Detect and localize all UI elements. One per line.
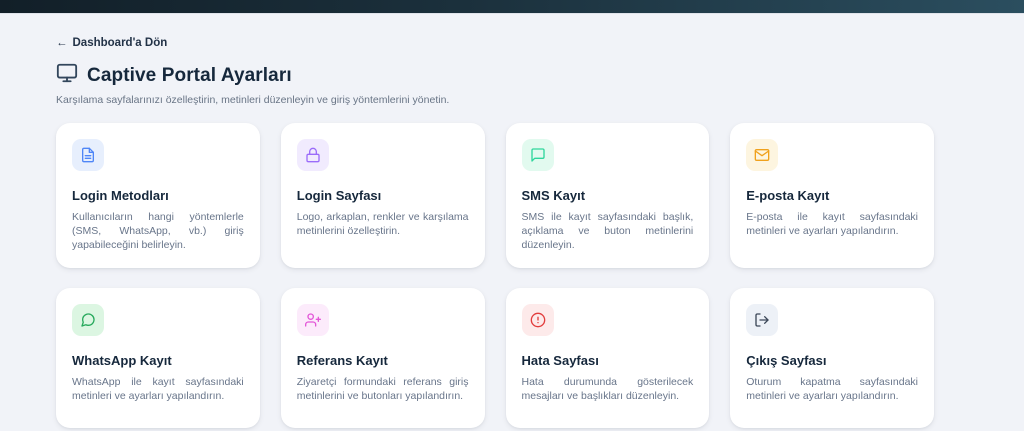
card-description: Oturum kapatma sayfasındaki metinleri ve… <box>746 376 918 402</box>
card-icon <box>521 304 554 336</box>
arrow-left-icon: ← <box>56 37 68 49</box>
back-link-label: Dashboard'a Dön <box>72 37 168 49</box>
card-icon <box>296 304 329 336</box>
card-description: Hata durumunda gösterilecek mesajları ve… <box>521 376 694 402</box>
card-title: Login Sayfası <box>296 188 382 203</box>
alert-circle-icon <box>530 312 545 328</box>
card-login-metodlari[interactable]: Login Metodları Kullanıcıların hangi yön… <box>56 123 260 268</box>
card-eposta-kayit[interactable]: E-posta Kayıt E-posta ile kayıt sayfasın… <box>730 123 934 268</box>
card-title: WhatsApp Kayıt <box>72 353 172 368</box>
card-description: Ziyaretçi formundaki referans giriş meti… <box>296 376 469 402</box>
top-bar <box>0 0 1024 14</box>
page-title: Captive Portal Ayarları <box>87 64 292 86</box>
back-to-dashboard-link[interactable]: ← Dashboard'a Dön <box>56 37 167 50</box>
card-title: Login Metodları <box>72 188 169 203</box>
card-icon <box>72 139 104 171</box>
card-hata-sayfasi[interactable]: Hata Sayfası Hata durumunda gösterilecek… <box>505 288 710 428</box>
card-cikis-sayfasi[interactable]: Çıkış Sayfası Oturum kapatma sayfasındak… <box>730 288 934 428</box>
card-icon <box>296 139 329 171</box>
card-description: WhatsApp ile kayıt sayfasındaki metinler… <box>72 376 244 402</box>
card-whatsapp-kayit[interactable]: WhatsApp Kayıt WhatsApp ile kayıt sayfas… <box>56 288 260 428</box>
message-square-icon <box>530 148 545 162</box>
card-icon <box>746 304 779 336</box>
card-sms-kayit[interactable]: SMS Kayıt SMS ile kayıt sayfasındaki baş… <box>505 123 710 268</box>
card-icon <box>521 139 554 171</box>
card-icon <box>72 304 104 336</box>
page-subtitle: Karşılama sayfalarınızı özelleştirin, me… <box>56 94 450 106</box>
mail-icon <box>754 149 770 161</box>
card-title: SMS Kayıt <box>521 188 586 203</box>
page-content: ← Dashboard'a Dön Captive Portal Ayarlar… <box>0 14 934 431</box>
card-icon <box>746 139 779 171</box>
user-plus-icon <box>304 313 321 327</box>
monitor-icon <box>56 62 78 89</box>
file-text-icon <box>82 147 94 163</box>
card-description: Logo, arkaplan, renkler ve karşılama met… <box>296 211 469 237</box>
card-title: Referans Kayıt <box>296 353 388 368</box>
card-title: Hata Sayfası <box>521 353 599 368</box>
log-out-icon <box>755 313 769 327</box>
page-header: Captive Portal Ayarları <box>56 62 934 89</box>
lock-icon <box>306 147 320 163</box>
card-description: SMS ile kayıt sayfasındaki başlık, açıkl… <box>521 211 694 251</box>
card-description: E-posta ile kayıt sayfasındaki metinleri… <box>746 211 918 237</box>
card-referans-kayit[interactable]: Referans Kayıt Ziyaretçi formundaki refe… <box>280 288 485 428</box>
settings-card-grid: Login Metodları Kullanıcıların hangi yön… <box>56 123 934 428</box>
card-title: Çıkış Sayfası <box>746 353 827 368</box>
card-description: Kullanıcıların hangi yöntemlerle (SMS, W… <box>72 211 244 251</box>
card-login-sayfasi[interactable]: Login Sayfası Logo, arkaplan, renkler ve… <box>280 123 485 268</box>
card-title: E-posta Kayıt <box>746 188 830 203</box>
message-circle-icon <box>81 313 95 327</box>
